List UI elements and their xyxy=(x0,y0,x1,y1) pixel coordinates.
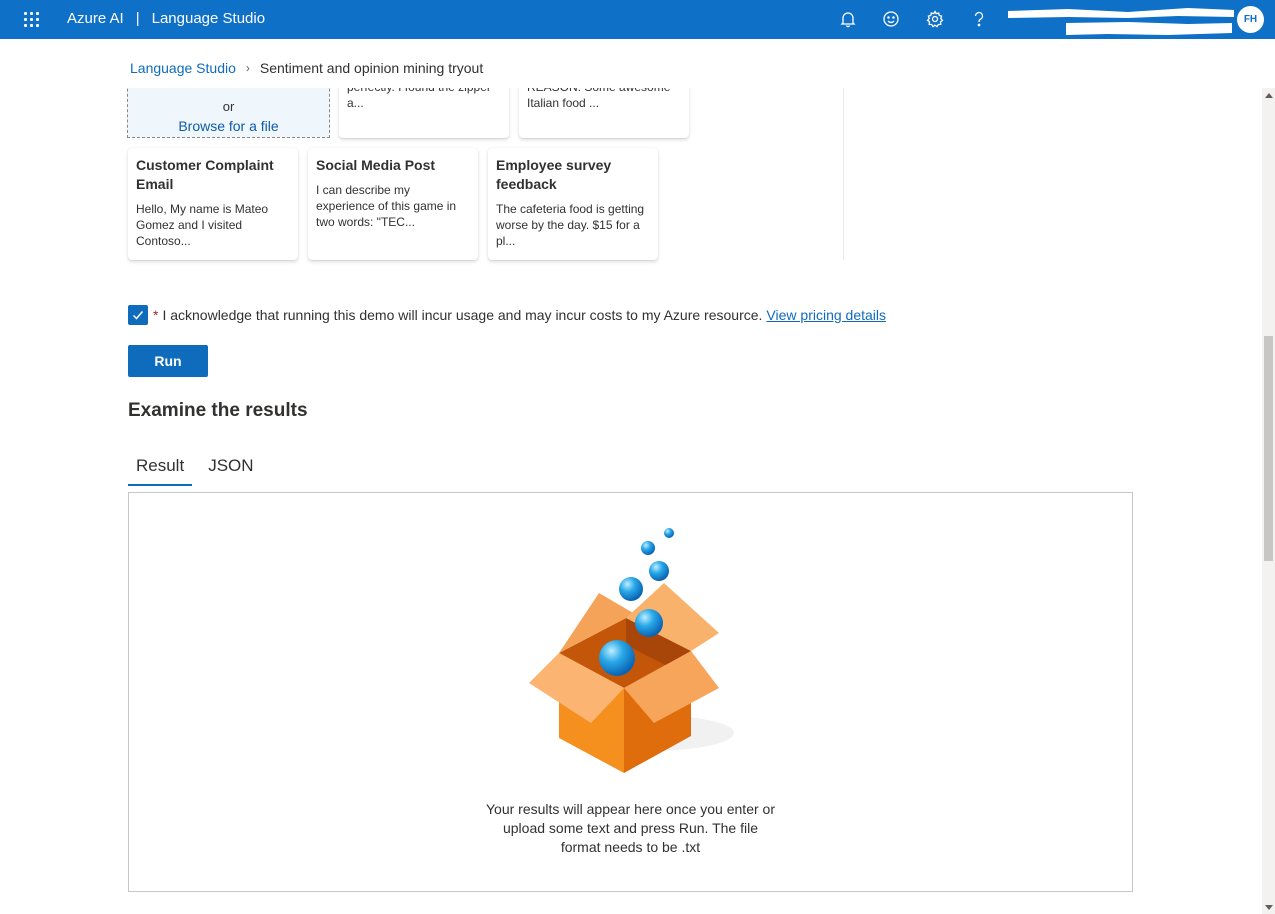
product-name: Language Studio xyxy=(151,10,266,27)
results-tabs: Result JSON xyxy=(128,456,270,486)
sample-card-customer-complaint[interactable]: Customer Complaint Email Hello, My name … xyxy=(128,148,298,260)
tab-result[interactable]: Result xyxy=(128,456,193,486)
run-button[interactable]: Run xyxy=(128,345,208,377)
file-drop-zone[interactable]: or Browse for a file xyxy=(127,88,330,138)
breadcrumb-language-studio-link[interactable]: Language Studio xyxy=(130,60,236,76)
sample-card-body: Hello, My name is Mateo Gomez and I visi… xyxy=(136,202,269,248)
sample-card-title: Employee survey feedback xyxy=(496,157,612,192)
results-heading: Examine the results xyxy=(128,400,308,421)
breadcrumb: Language Studio › Sentiment and opinion … xyxy=(130,60,483,76)
sample-card-top-1[interactable]: perfectly. I found the zipper a... xyxy=(339,88,509,138)
browse-file-link[interactable]: Browse for a file xyxy=(128,118,329,134)
top-bar: Azure AI | Language Studio FH xyxy=(0,0,1275,39)
empty-state-line: upload some text and press Run. The file xyxy=(502,820,758,836)
sample-card-title: Social Media Post xyxy=(316,157,436,173)
acknowledge-row: * I acknowledge that running this demo w… xyxy=(128,305,886,325)
app-name: Azure AI xyxy=(67,10,124,27)
results-panel: Your results will appear here once you e… xyxy=(128,492,1133,892)
or-label: or xyxy=(222,99,235,114)
checkmark-icon xyxy=(132,311,144,320)
feedback-smiley-icon[interactable] xyxy=(881,9,901,29)
vertical-scrollbar[interactable] xyxy=(1262,88,1275,914)
title-separator: | xyxy=(135,10,140,27)
sample-card-body: REASON: Some awesome Italian food ... xyxy=(527,88,670,110)
view-pricing-link[interactable]: View pricing details xyxy=(766,307,886,323)
scrollbar-thumb[interactable] xyxy=(1264,336,1273,561)
panel-divider xyxy=(843,88,844,260)
help-icon[interactable] xyxy=(969,9,989,29)
tab-json[interactable]: JSON xyxy=(200,456,261,486)
required-marker: * xyxy=(153,307,159,323)
empty-box-illustration xyxy=(529,528,734,773)
account-info-redacted xyxy=(1008,5,1234,37)
app-launcher-icon[interactable] xyxy=(24,12,40,28)
settings-gear-icon[interactable] xyxy=(925,9,945,29)
chevron-right-icon: › xyxy=(245,61,250,75)
sample-card-body: The cafeteria food is getting worse by t… xyxy=(496,202,645,248)
empty-state-line: Your results will appear here once you e… xyxy=(486,801,775,817)
sample-card-employee-survey[interactable]: Employee survey feedback The cafeteria f… xyxy=(488,148,658,260)
empty-state-line: format needs to be .txt xyxy=(560,839,701,855)
sample-card-top-2[interactable]: REASON: Some awesome Italian food ... xyxy=(519,88,689,138)
sample-card-title: Customer Complaint Email xyxy=(136,157,274,192)
scroll-down-arrow-icon[interactable] xyxy=(1265,905,1273,910)
sample-card-body: I can describe my experience of this gam… xyxy=(316,183,457,229)
main-content: or Browse for a file perfectly. I found … xyxy=(0,88,1262,914)
empty-state-message: Your results will appear here once you e… xyxy=(129,800,1132,857)
breadcrumb-current: Sentiment and opinion mining tryout xyxy=(259,60,484,76)
scroll-up-arrow-icon[interactable] xyxy=(1265,93,1273,98)
acknowledge-text: I acknowledge that running this demo wil… xyxy=(162,307,763,323)
acknowledge-checkbox[interactable] xyxy=(128,305,148,325)
user-avatar[interactable]: FH xyxy=(1237,6,1264,33)
app-title[interactable]: Azure AI | Language Studio xyxy=(67,10,265,27)
sample-card-social-media[interactable]: Social Media Post I can describe my expe… xyxy=(308,148,478,260)
sample-card-body: perfectly. I found the zipper a... xyxy=(347,88,491,110)
bell-icon[interactable] xyxy=(838,9,858,29)
